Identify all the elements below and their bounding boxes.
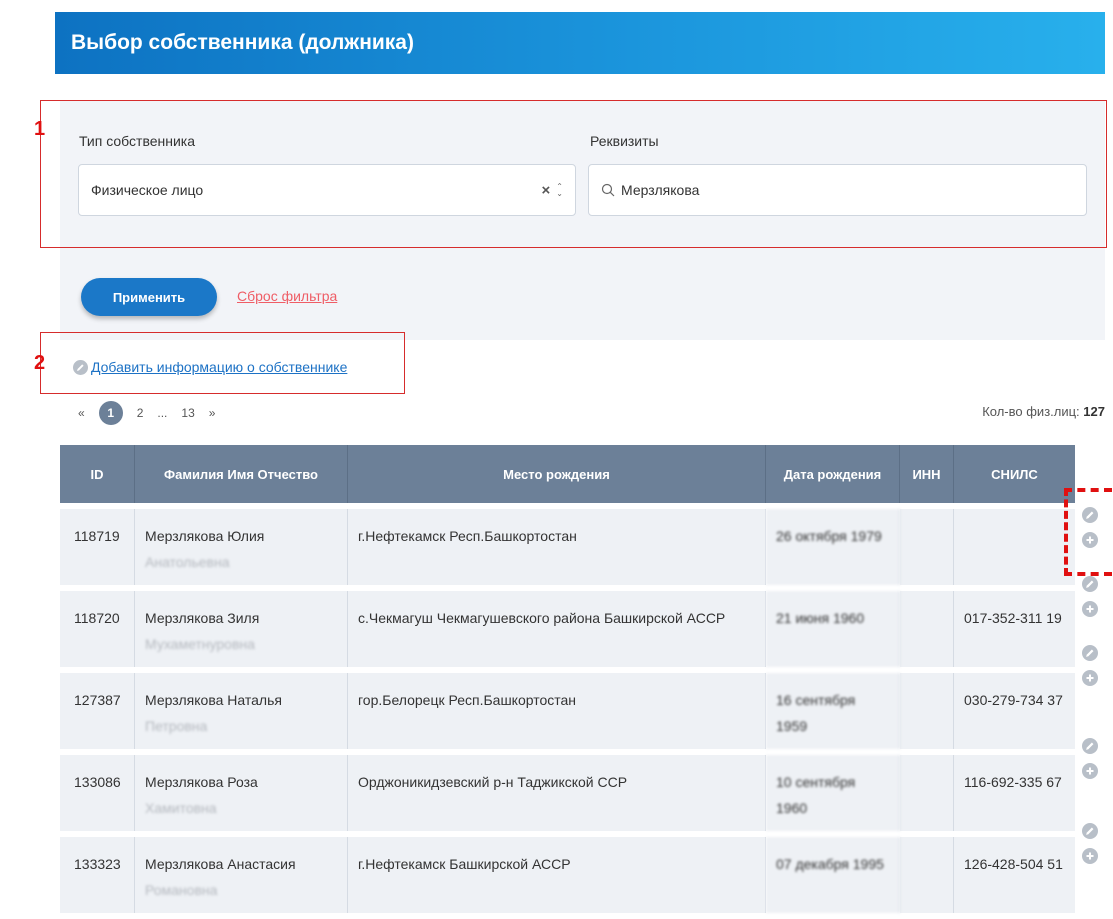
cell-id: 127387 xyxy=(60,673,135,749)
pagination-ellipsis: ... xyxy=(157,406,168,420)
table-row[interactable]: 127387 Мерзлякова Наталья Петровна гор.Бе… xyxy=(60,673,1075,749)
annotation-number-1: 1 xyxy=(34,118,46,140)
pagination-page-current[interactable]: 1 xyxy=(98,401,123,425)
page-header: Выбор собственника (должника) xyxy=(55,12,1105,74)
row-actions xyxy=(1082,576,1098,626)
pagination-page-last[interactable]: 13 xyxy=(181,406,194,420)
add-owner-label: Добавить информацию о собственнике xyxy=(91,359,348,375)
cell-id: 118719 xyxy=(60,509,135,585)
page-title: Выбор собственника (должника) xyxy=(71,31,414,54)
patronymic-text: Петровна xyxy=(145,718,208,734)
edit-icon[interactable] xyxy=(1082,645,1098,661)
cell-id: 118720 xyxy=(60,591,135,667)
cell-snils: 126-428-504 51 xyxy=(954,837,1075,913)
cell-birthplace: г.Нефтекамск Респ.Башкортостан xyxy=(348,509,766,585)
cell-name: Мерзлякова Наталья Петровна xyxy=(135,673,348,749)
cell-inn xyxy=(900,591,954,667)
column-header-id[interactable]: ID xyxy=(60,445,135,503)
row-actions xyxy=(1082,823,1098,873)
edit-icon[interactable] xyxy=(1082,576,1098,592)
table-header-row: ID Фамилия Имя Отчество Место рождения Д… xyxy=(60,445,1075,503)
requisites-search-value: Мерзлякова xyxy=(621,182,700,198)
cell-birthdate: 26 октября 1979 xyxy=(766,509,900,585)
cell-snils: 017-352-311 19 xyxy=(954,591,1075,667)
cell-inn xyxy=(900,837,954,913)
add-circle-icon[interactable] xyxy=(1082,601,1098,617)
cell-snils: 116-692-335 67 xyxy=(954,755,1075,831)
name-text: Мерзлякова Анастасия xyxy=(145,856,296,872)
add-circle-icon[interactable] xyxy=(1082,848,1098,864)
row-actions xyxy=(1082,738,1098,788)
name-text: Мерзлякова Зиля xyxy=(145,610,260,626)
requisites-search-input[interactable]: Мерзлякова xyxy=(588,164,1087,216)
owners-table: ID Фамилия Имя Отчество Место рождения Д… xyxy=(60,439,1075,919)
name-text: Мерзлякова Юлия xyxy=(145,528,265,544)
apply-button[interactable]: Применить xyxy=(81,278,217,316)
cell-snils: 030-279-734 37 xyxy=(954,673,1075,749)
owner-type-label: Тип собственника xyxy=(79,133,196,149)
column-header-inn[interactable]: ИНН xyxy=(900,445,954,503)
pagination-page-2[interactable]: 2 xyxy=(137,406,144,420)
record-count-label: Кол-во физ.лиц: xyxy=(982,404,1080,419)
edit-icon[interactable] xyxy=(1082,738,1098,754)
pagination: « 1 2 ... 13 » xyxy=(78,401,229,425)
cell-name: Мерзлякова Анастасия Романовна xyxy=(135,837,348,913)
add-circle-icon[interactable] xyxy=(1082,670,1098,686)
annotation-dashed-box xyxy=(1064,488,1112,576)
cell-birthdate: 07 декабря 1995 xyxy=(766,837,900,913)
cell-snils xyxy=(954,509,1075,585)
cell-id: 133086 xyxy=(60,755,135,831)
add-owner-link[interactable]: Добавить информацию о собственнике xyxy=(73,359,347,375)
name-text: Мерзлякова Наталья xyxy=(145,692,282,708)
cell-inn xyxy=(900,755,954,831)
name-text: Мерзлякова Роза xyxy=(145,774,258,790)
column-header-birthplace[interactable]: Место рождения xyxy=(348,445,766,503)
cell-birthdate: 10 сентября 1960 xyxy=(766,755,900,831)
add-circle-icon[interactable] xyxy=(1082,763,1098,779)
column-header-birthdate[interactable]: Дата рождения xyxy=(766,445,900,503)
pagination-next[interactable]: » xyxy=(209,406,216,420)
cell-name: Мерзлякова Роза Хамитовна xyxy=(135,755,348,831)
cell-birthplace: Орджоникидзевский р-н Таджикской ССР xyxy=(348,755,766,831)
row-actions xyxy=(1082,645,1098,695)
table-row[interactable]: 118719 Мерзлякова Юлия Анатольевна г.Нефт… xyxy=(60,509,1075,585)
owner-type-select[interactable]: Физическое лицо × ⌃ ⌄ xyxy=(78,164,576,216)
cell-birthplace: гор.Белорецк Респ.Башкортостан xyxy=(348,673,766,749)
cell-birthdate: 16 сентября 1959 xyxy=(766,673,900,749)
patronymic-text: Анатольевна xyxy=(145,554,230,570)
table-row[interactable]: 133323 Мерзлякова Анастасия Романовна г.Н… xyxy=(60,837,1075,913)
requisites-label: Реквизиты xyxy=(590,133,659,149)
cell-id: 133323 xyxy=(60,837,135,913)
table-row[interactable]: 133086 Мерзлякова Роза Хамитовна Орджоник… xyxy=(60,755,1075,831)
column-header-name[interactable]: Фамилия Имя Отчество xyxy=(135,445,348,503)
patronymic-text: Хамитовна xyxy=(145,800,217,816)
table-row[interactable]: 118720 Мерзлякова Зиля Мухаметнуровна с.Ч… xyxy=(60,591,1075,667)
owner-type-value: Физическое лицо xyxy=(91,182,204,198)
cell-name: Мерзлякова Зиля Мухаметнуровна xyxy=(135,591,348,667)
annotation-number-2: 2 xyxy=(34,352,46,374)
patronymic-text: Мухаметнуровна xyxy=(145,636,255,652)
record-count: Кол-во физ.лиц: 127 xyxy=(982,404,1105,419)
patronymic-text: Романовна xyxy=(145,882,218,898)
cell-birthplace: г.Нефтекамск Башкирской АССР xyxy=(348,837,766,913)
chevron-updown-icon[interactable]: ⌃ ⌄ xyxy=(556,183,563,198)
edit-icon[interactable] xyxy=(1082,823,1098,839)
column-header-snils[interactable]: СНИЛС xyxy=(954,445,1075,503)
reset-filter-link[interactable]: Сброс фильтра xyxy=(237,288,337,304)
cell-name: Мерзлякова Юлия Анатольевна xyxy=(135,509,348,585)
cell-birthplace: с.Чекмагуш Чекмагушевского района Башкир… xyxy=(348,591,766,667)
cell-inn xyxy=(900,673,954,749)
cell-birthdate: 21 июня 1960 xyxy=(766,591,900,667)
pencil-icon xyxy=(73,359,88,375)
search-icon xyxy=(601,183,615,197)
clear-icon[interactable]: × xyxy=(542,182,551,199)
record-count-value: 127 xyxy=(1083,404,1105,419)
pagination-first[interactable]: « xyxy=(78,406,85,420)
cell-inn xyxy=(900,509,954,585)
